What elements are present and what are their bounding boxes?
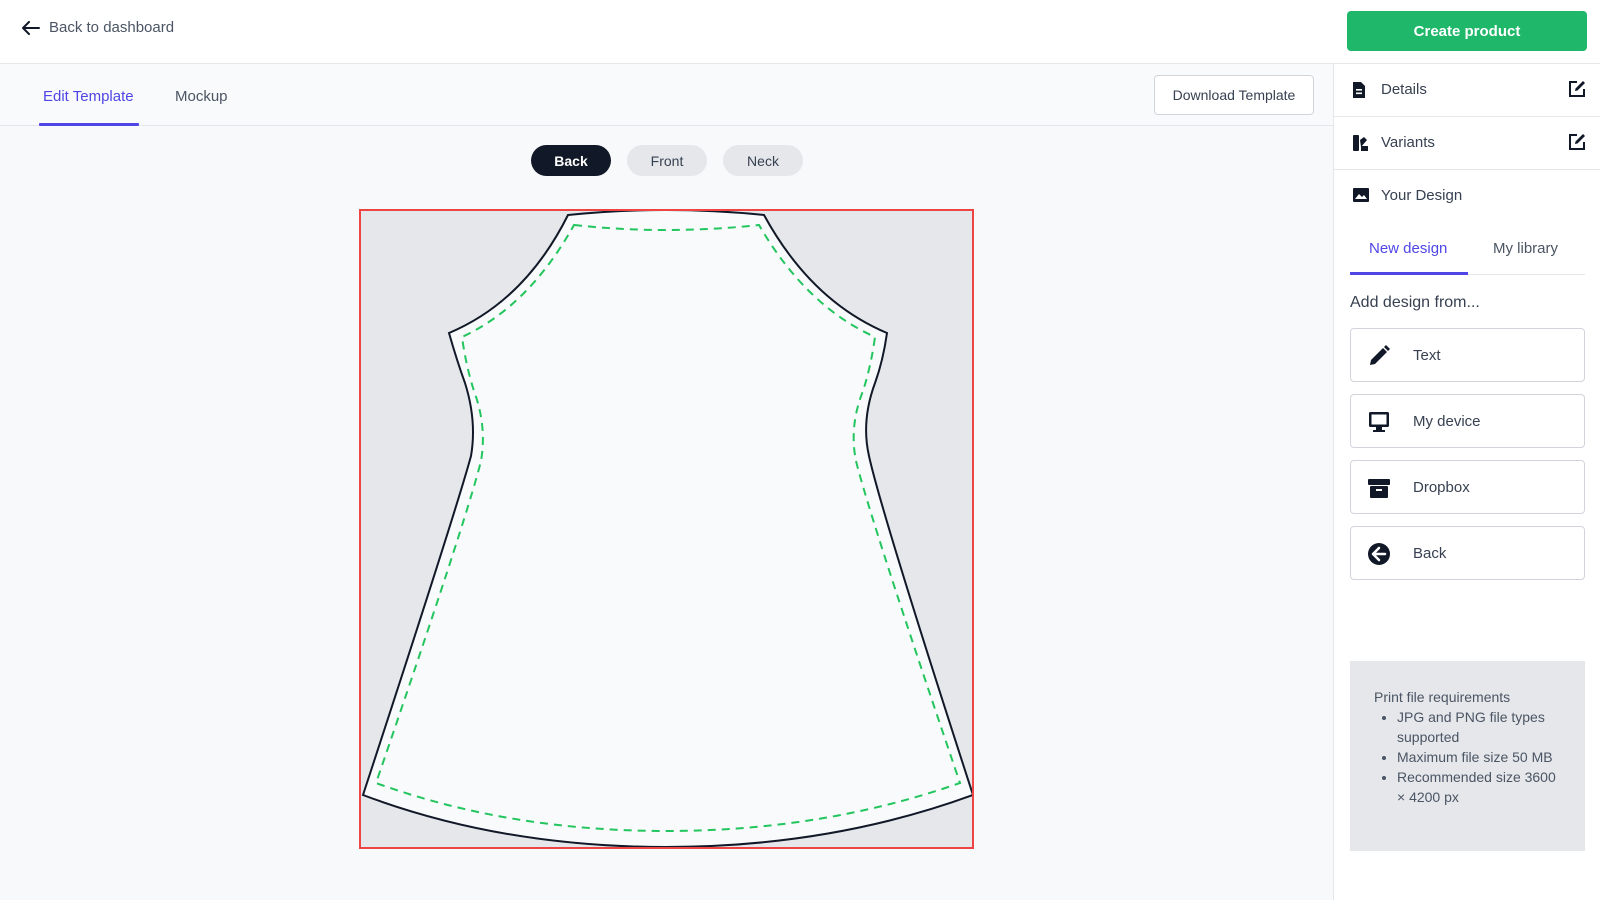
monitor-icon [1369, 412, 1389, 432]
arrow-left-circle-icon [1368, 543, 1390, 565]
requirement-item: JPG and PNG file types supported [1397, 707, 1565, 747]
add-from-text-button[interactable]: Text [1350, 328, 1585, 382]
back-to-dashboard-link[interactable]: Back to dashboard [22, 19, 174, 36]
image-icon [1353, 188, 1369, 202]
view-back-button[interactable]: Back [531, 145, 611, 176]
requirements-title: Print file requirements [1374, 689, 1511, 705]
source-back-button[interactable]: Back [1350, 526, 1585, 580]
source-label: Back [1413, 545, 1447, 562]
requirement-item: Recommended size 3600 × 4200 px [1397, 767, 1565, 807]
requirement-item: Maximum file size 50 MB [1397, 747, 1565, 767]
back-to-dashboard-label: Back to dashboard [49, 19, 175, 36]
tab-edit-template[interactable]: Edit Template [43, 88, 134, 105]
tab-new-design[interactable]: New design [1369, 240, 1447, 257]
add-design-heading: Add design from... [1350, 294, 1480, 311]
add-from-dropbox-button[interactable]: Dropbox [1350, 460, 1585, 514]
sidebar-section-label: Variants [1381, 134, 1435, 151]
tab-mockup[interactable]: Mockup [175, 88, 228, 105]
edit-icon[interactable] [1567, 132, 1587, 152]
dress-outline [361, 211, 972, 847]
active-design-tab-indicator [1350, 272, 1468, 275]
view-front-button[interactable]: Front [627, 145, 707, 176]
sidebar-section-label: Details [1381, 81, 1427, 98]
add-from-device-button[interactable]: My device [1350, 394, 1585, 448]
top-bar: Back to dashboard Create product [0, 0, 1600, 64]
swatch-icon [1353, 135, 1368, 151]
editor-tab-bar: Edit Template Mockup Download Template [0, 64, 1333, 126]
source-label: Text [1413, 347, 1441, 364]
source-label: Dropbox [1413, 479, 1470, 496]
download-template-button[interactable]: Download Template [1154, 75, 1314, 115]
sidebar-section-details[interactable]: Details [1334, 64, 1600, 117]
archive-icon [1368, 479, 1390, 498]
design-tab-bar: New design My library [1350, 220, 1585, 275]
edit-icon[interactable] [1567, 79, 1587, 99]
active-tab-indicator [39, 123, 139, 126]
document-icon [1353, 82, 1365, 98]
print-area-canvas[interactable] [359, 209, 974, 849]
print-requirements-box: Print file requirements JPG and PNG file… [1350, 661, 1585, 851]
view-neck-button[interactable]: Neck [723, 145, 803, 176]
editor-area: Edit Template Mockup Download Template B… [0, 64, 1333, 900]
tab-my-library[interactable]: My library [1493, 240, 1558, 257]
dress-template-drawing [361, 211, 972, 847]
source-label: My device [1413, 413, 1481, 430]
sidebar-section-variants[interactable]: Variants [1334, 117, 1600, 170]
sidebar: Details Variants Your Design New design … [1333, 64, 1600, 900]
create-product-button[interactable]: Create product [1347, 11, 1587, 51]
pencil-icon [1370, 345, 1390, 365]
arrow-left-icon [22, 20, 40, 35]
sidebar-section-your-design[interactable]: Your Design [1334, 170, 1600, 223]
requirements-list: JPG and PNG file types supported Maximum… [1374, 707, 1565, 807]
sidebar-section-label: Your Design [1381, 187, 1463, 204]
